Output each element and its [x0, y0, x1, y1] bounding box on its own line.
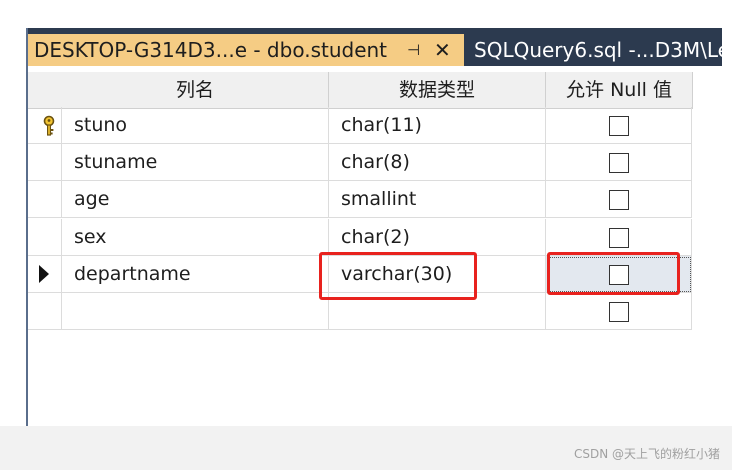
data-type-cell[interactable]: char(2)	[329, 219, 546, 256]
allow-null-checkbox[interactable]	[609, 228, 629, 248]
data-type-cell[interactable]: smallint	[329, 181, 546, 218]
column-header-name[interactable]: 列名	[62, 72, 329, 109]
allow-null-checkbox[interactable]	[609, 116, 629, 136]
allow-null-cell[interactable]	[546, 107, 692, 144]
column-name-cell[interactable]: departname	[62, 256, 329, 293]
column-name-cell[interactable]: sex	[62, 219, 329, 256]
current-row-arrow-icon	[39, 265, 49, 283]
tab-title: SQLQuery6.sql -...D3M\Le	[474, 38, 722, 62]
annotation-highlight-datatype	[319, 252, 477, 300]
data-type-cell[interactable]: char(11)	[329, 107, 546, 144]
data-type-cell[interactable]: char(8)	[329, 144, 546, 181]
table-row[interactable]: sex char(2)	[28, 219, 692, 256]
row-selector[interactable]	[28, 293, 62, 330]
allow-null-checkbox[interactable]	[609, 190, 629, 210]
column-header-allow-null[interactable]: 允许 Null 值	[546, 72, 693, 109]
tab-student-table-design[interactable]: DESKTOP-G314D3...e - dbo.student ⊣ ✕	[28, 34, 464, 66]
allow-null-cell[interactable]	[546, 181, 692, 218]
column-name-cell[interactable]: age	[62, 181, 329, 218]
primary-key-icon	[43, 115, 55, 136]
allow-null-checkbox[interactable]	[609, 302, 629, 322]
allow-null-cell[interactable]	[546, 219, 692, 256]
column-name-cell[interactable]: stuname	[62, 144, 329, 181]
allow-null-cell[interactable]	[546, 293, 692, 330]
column-name-cell[interactable]: stuno	[62, 107, 329, 144]
pin-icon[interactable]: ⊣	[407, 34, 420, 66]
row-selector[interactable]	[28, 219, 62, 256]
allow-null-cell[interactable]	[546, 144, 692, 181]
row-selector[interactable]	[28, 144, 62, 181]
table-row[interactable]: age smallint	[28, 181, 692, 218]
watermark: CSDN @天上飞的粉红小猪	[573, 447, 720, 461]
row-selector[interactable]	[28, 256, 62, 293]
allow-null-checkbox[interactable]	[609, 153, 629, 173]
close-icon[interactable]: ✕	[434, 34, 451, 66]
row-selector-header	[28, 72, 63, 109]
column-header-datatype[interactable]: 数据类型	[329, 72, 546, 109]
tab-title: DESKTOP-G314D3...e - dbo.student	[34, 38, 388, 62]
annotation-highlight-allow-null	[547, 252, 680, 295]
table-row[interactable]: stuname char(8)	[28, 144, 692, 181]
table-row[interactable]: stuno char(11)	[28, 107, 692, 144]
row-selector[interactable]	[28, 107, 62, 144]
column-name-cell[interactable]	[62, 293, 329, 330]
tab-sqlquery6[interactable]: SQLQuery6.sql -...D3M\Le	[470, 34, 722, 66]
row-selector[interactable]	[28, 181, 62, 218]
